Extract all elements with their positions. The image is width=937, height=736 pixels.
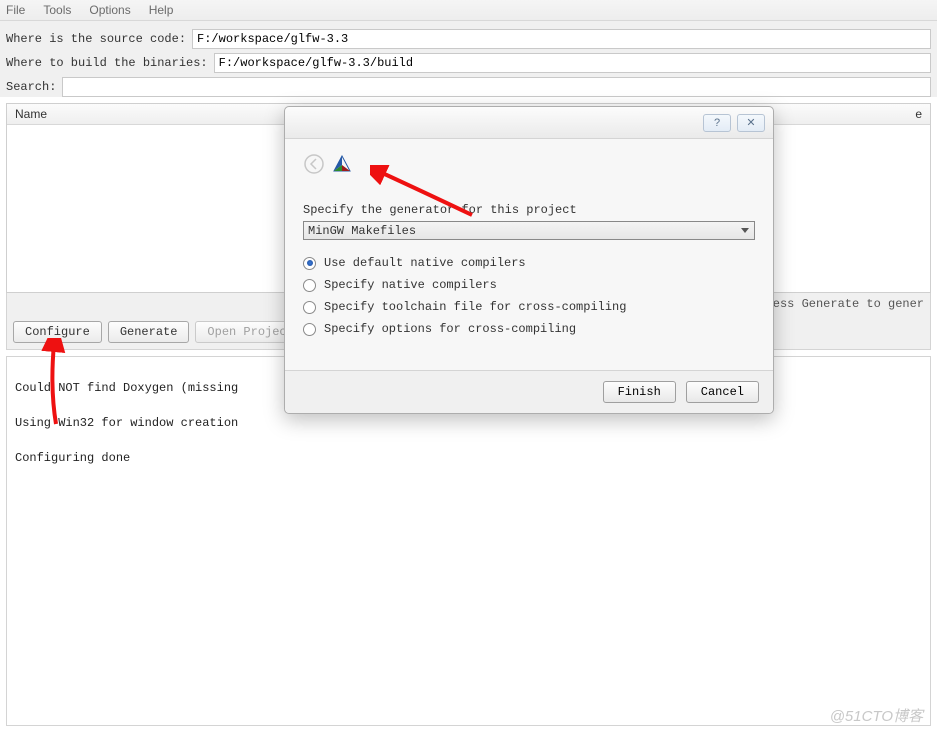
build-path-label: Where to build the binaries: [6, 56, 208, 70]
radio-label: Use default native compilers [324, 256, 526, 270]
source-code-input[interactable] [192, 29, 931, 49]
build-path-input[interactable] [214, 53, 931, 73]
log-line: Using Win32 for window creation [15, 415, 922, 432]
radio-default-native[interactable] [303, 257, 316, 270]
watermark-text: @51CTO博客 [830, 705, 923, 726]
configure-button[interactable]: Configure [13, 321, 102, 343]
radio-label: Specify native compilers [324, 278, 497, 292]
dialog-footer: Finish Cancel [285, 370, 773, 413]
compiler-radio-group: Use default native compilers Specify nat… [303, 256, 755, 336]
column-value[interactable]: e [762, 107, 922, 121]
cancel-button[interactable]: Cancel [686, 381, 759, 403]
generator-dialog: ? ✕ Specify the generator for this proje… [284, 106, 774, 414]
radio-specify-native[interactable] [303, 279, 316, 292]
menu-tools[interactable]: Tools [43, 3, 71, 17]
menu-file[interactable]: File [6, 3, 25, 17]
radio-specify-options[interactable] [303, 323, 316, 336]
radio-toolchain-file[interactable] [303, 301, 316, 314]
specify-generator-label: Specify the generator for this project [303, 203, 755, 217]
cmake-logo-icon [333, 155, 351, 177]
paths-form: Where is the source code: Where to build… [0, 21, 937, 97]
menu-help[interactable]: Help [149, 3, 174, 17]
generator-dropdown[interactable]: MinGW Makefiles [303, 221, 755, 240]
radio-label: Specify options for cross-compiling [324, 322, 576, 336]
back-icon[interactable] [303, 153, 325, 179]
menu-options[interactable]: Options [89, 3, 130, 17]
finish-button[interactable]: Finish [603, 381, 676, 403]
help-button[interactable]: ? [703, 114, 731, 132]
generate-button[interactable]: Generate [108, 321, 190, 343]
search-label: Search: [6, 80, 56, 94]
log-line: Configuring done [15, 450, 922, 467]
dialog-titlebar: ? ✕ [285, 107, 773, 139]
close-button[interactable]: ✕ [737, 114, 765, 132]
menu-bar: File Tools Options Help [0, 0, 937, 21]
search-input[interactable] [62, 77, 931, 97]
source-code-label: Where is the source code: [6, 32, 186, 46]
radio-label: Specify toolchain file for cross-compili… [324, 300, 626, 314]
